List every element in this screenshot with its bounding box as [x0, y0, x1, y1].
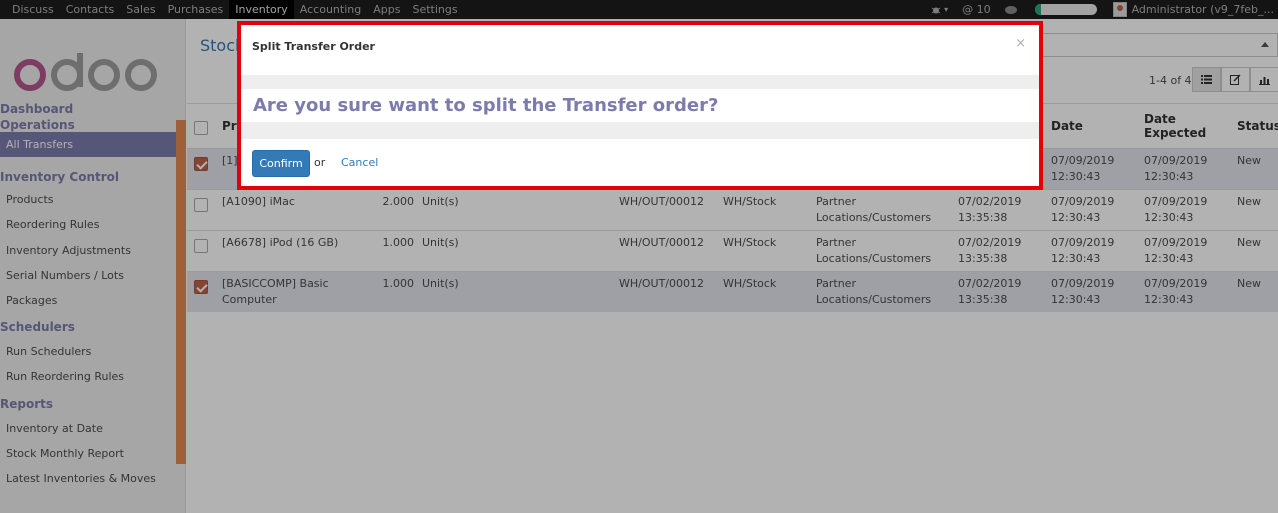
or-label: or — [314, 156, 326, 169]
split-transfer-dialog: Split Transfer Order × Are you sure want… — [237, 21, 1043, 190]
dialog-title: Split Transfer Order — [252, 40, 375, 53]
cancel-link[interactable]: Cancel — [341, 156, 378, 169]
dialog-body: Are you sure want to split the Transfer … — [241, 75, 1039, 139]
question-band: Are you sure want to split the Transfer … — [241, 89, 1039, 122]
close-icon[interactable]: × — [1015, 36, 1026, 51]
dialog-header: Split Transfer Order × — [241, 25, 1039, 75]
confirm-button[interactable]: Confirm — [252, 150, 310, 177]
dialog-footer: Confirm or Cancel — [241, 139, 1039, 190]
confirmation-question: Are you sure want to split the Transfer … — [253, 95, 719, 116]
